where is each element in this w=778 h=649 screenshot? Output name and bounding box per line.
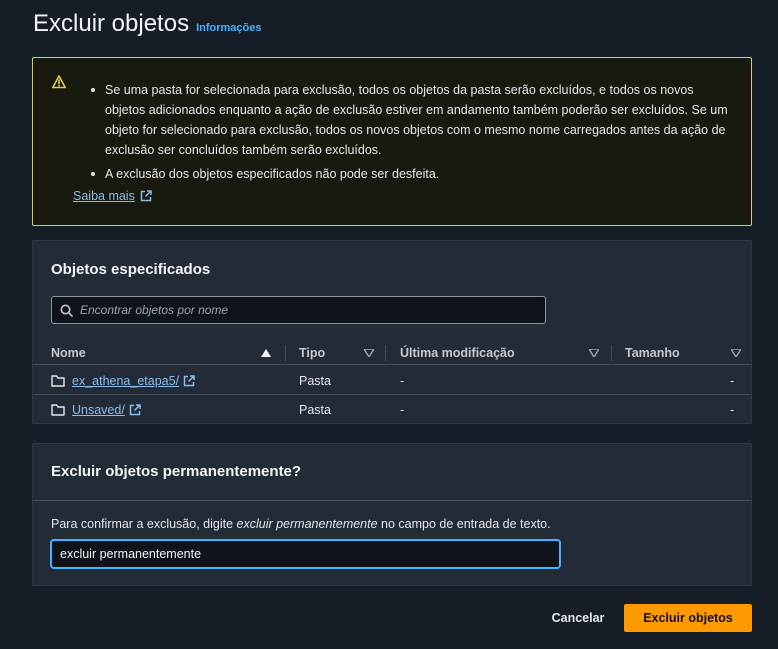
warning-icon (52, 75, 66, 89)
instruction-text: Para confirmar a exclusão, digite (51, 517, 237, 531)
sort-ascending-icon[interactable] (261, 349, 271, 357)
object-name: Unsaved/ (72, 402, 125, 417)
object-link[interactable]: Unsaved/ (72, 403, 141, 417)
sort-icon[interactable] (364, 349, 374, 357)
alert-item: Se uma pasta for selecionada para exclus… (90, 80, 730, 160)
cell-modified: - (400, 402, 405, 417)
column-header-name[interactable]: Nome (51, 341, 276, 365)
column-label: Última modificação (400, 346, 515, 360)
warning-alert: Se uma pasta for selecionada para exclus… (32, 57, 752, 226)
page-title: Excluir objetos (33, 10, 190, 37)
cell-size: - (730, 373, 735, 388)
instruction-text: no campo de entrada de texto. (377, 517, 551, 531)
confirm-field (51, 540, 560, 568)
learn-more-label: Saiba mais (73, 189, 135, 203)
folder-icon (51, 403, 65, 416)
column-label: Tipo (299, 346, 326, 360)
delete-objects-button[interactable]: Excluir objetos (624, 604, 752, 632)
cell-size: - (730, 402, 735, 417)
external-link-icon (183, 374, 195, 386)
panel-title: Objetos especificados (51, 261, 211, 278)
search-box (51, 296, 546, 324)
column-divider[interactable] (611, 345, 612, 361)
cell-name: ex_athena_etapa5/ (51, 366, 195, 395)
confirm-input[interactable] (60, 541, 550, 566)
cell-name: Unsaved/ (51, 395, 141, 424)
divider (33, 500, 751, 501)
cancel-button[interactable]: Cancelar (540, 604, 616, 632)
confirm-instructions: Para confirmar a exclusão, digite exclui… (51, 517, 551, 531)
confirm-phrase: excluir permanentemente (236, 517, 378, 531)
column-divider[interactable] (285, 345, 286, 361)
table-row: ex_athena_etapa5/ Pasta - - (33, 366, 751, 395)
alert-item: A exclusão dos objetos especificados não… (90, 164, 730, 184)
table-header: Nome Tipo Última modificação Tamanho (33, 341, 751, 365)
folder-icon (51, 374, 65, 387)
object-name: ex_athena_etapa5/ (72, 373, 180, 388)
search-input[interactable] (80, 297, 540, 323)
object-link[interactable]: ex_athena_etapa5/ (72, 374, 195, 388)
cell-modified: - (400, 373, 405, 388)
column-label: Nome (51, 346, 86, 360)
alert-list: Se uma pasta for selecionada para exclus… (90, 80, 730, 184)
external-link-icon (140, 190, 152, 202)
sort-icon[interactable] (589, 349, 599, 357)
cell-type: Pasta (299, 373, 331, 388)
sort-icon[interactable] (731, 349, 741, 357)
cell-type: Pasta (299, 402, 331, 417)
info-link[interactable]: Informações (196, 22, 261, 34)
page-header: Excluir objetos Informações (33, 10, 262, 38)
column-header-size[interactable]: Tamanho (625, 341, 743, 365)
search-icon (60, 304, 73, 317)
table-row: Unsaved/ Pasta - - (33, 395, 751, 424)
specified-objects-panel: Objetos especificados Nome Tipo Última m… (32, 240, 752, 424)
column-header-type[interactable]: Tipo (299, 341, 379, 365)
confirm-delete-panel: Excluir objetos permanentemente? Para co… (32, 443, 752, 586)
page: Excluir objetos Informações Se uma pasta… (0, 0, 778, 649)
external-link-icon (129, 403, 141, 415)
panel-title: Excluir objetos permanentemente? (51, 463, 302, 480)
column-header-modified[interactable]: Última modificação (400, 341, 605, 365)
column-divider[interactable] (385, 345, 386, 361)
learn-more-link[interactable]: Saiba mais (73, 189, 152, 203)
column-label: Tamanho (625, 346, 680, 360)
